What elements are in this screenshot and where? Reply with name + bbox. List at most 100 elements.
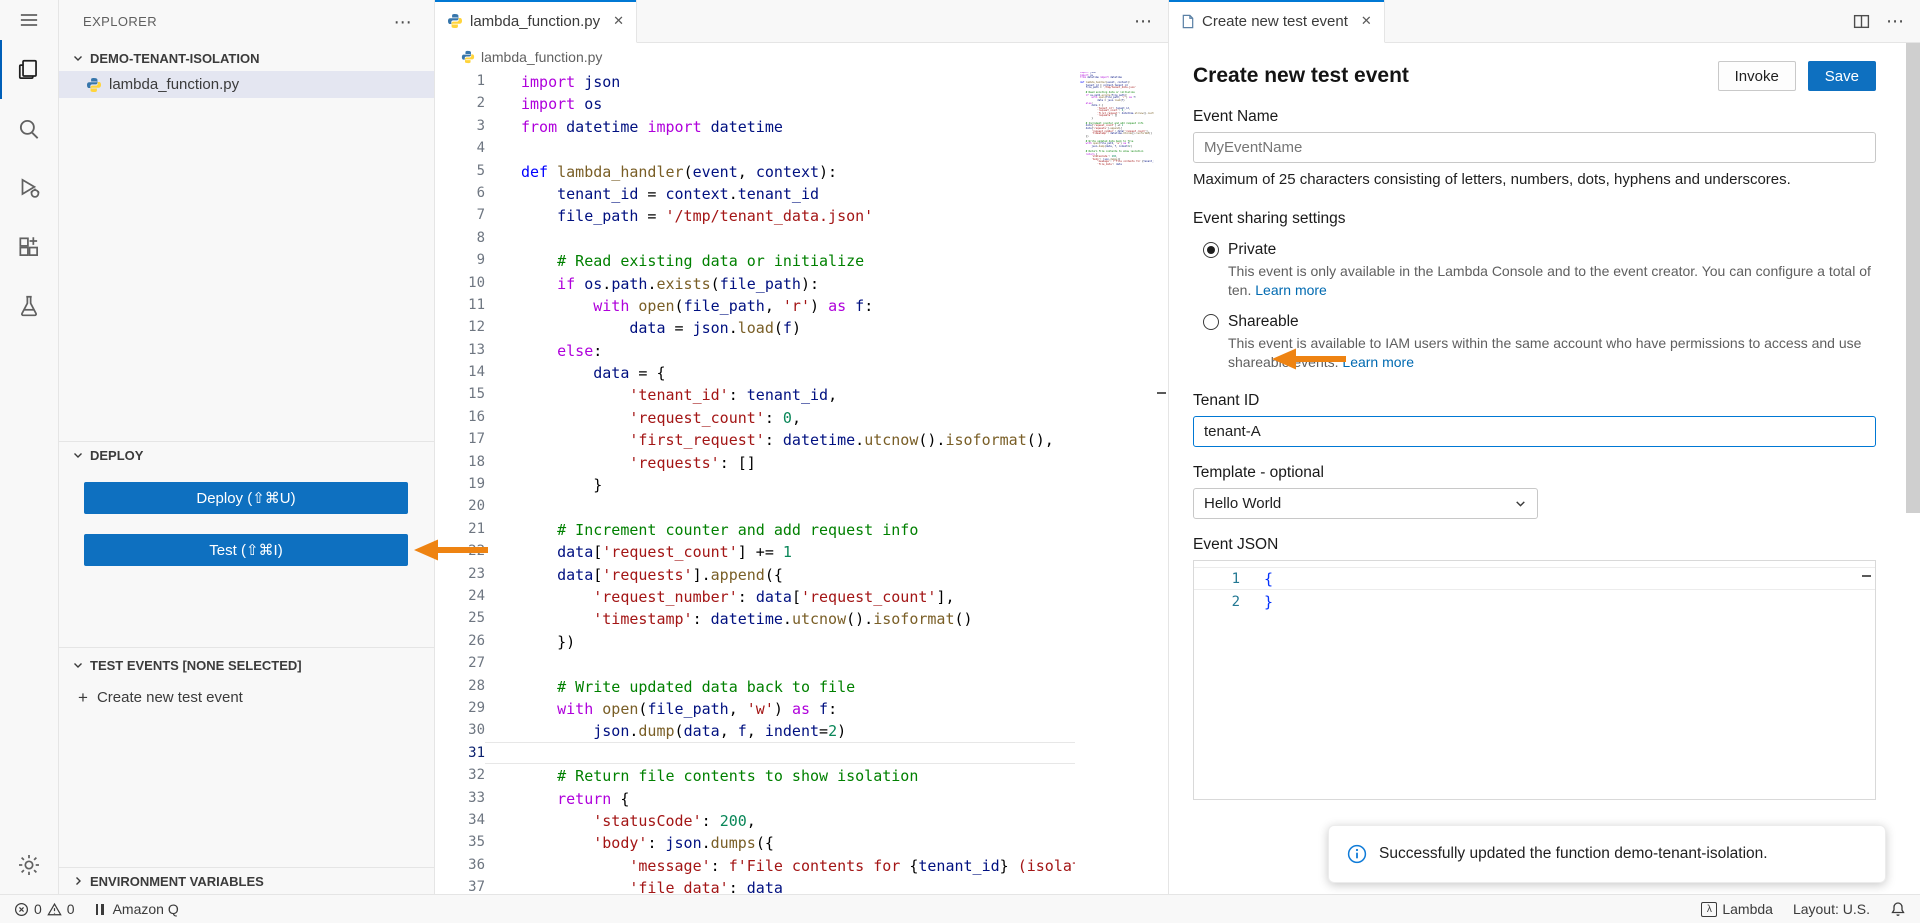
tab-lambda-function[interactable]: lambda_function.py ✕ xyxy=(435,0,637,43)
bell-icon[interactable] xyxy=(1890,901,1906,917)
code-line[interactable]: 34 'statusCode': 200, xyxy=(435,809,1075,831)
minimap[interactable]: import jsonimport osfrom datetime import… xyxy=(1080,72,1154,212)
event-json-editor[interactable]: 1{2} xyxy=(1193,560,1876,800)
code-editor[interactable]: 1import json2import os3from datetime imp… xyxy=(435,70,1168,894)
panel-more-actions-icon[interactable]: ⋯ xyxy=(1886,12,1904,30)
section-header-test-events[interactable]: TEST EVENTS [NONE SELECTED] xyxy=(59,652,434,678)
code-line[interactable]: 21 # Increment counter and add request i… xyxy=(435,518,1075,540)
tab-create-test-event[interactable]: Create new test event ✕ xyxy=(1169,0,1385,43)
line-number[interactable]: 2 xyxy=(435,92,485,114)
line-number[interactable]: 4 xyxy=(435,137,485,159)
test-button[interactable]: Test (⇧⌘I) xyxy=(84,534,408,566)
code-line[interactable]: 29 with open(file_path, 'w') as f: xyxy=(435,697,1075,719)
code-line[interactable]: 20 xyxy=(435,495,1075,517)
amazon-q-status[interactable]: Amazon Q xyxy=(96,901,179,917)
line-number[interactable]: 1 xyxy=(435,70,485,92)
section-header-environment-variables[interactable]: ENVIRONMENT VARIABLES xyxy=(59,868,434,894)
code-line[interactable]: 25 'timestamp': datetime.utcnow().isofor… xyxy=(435,607,1075,629)
code-line[interactable]: 8 xyxy=(435,227,1075,249)
code-line[interactable]: 33 return { xyxy=(435,787,1075,809)
line-number[interactable]: 14 xyxy=(435,361,485,383)
line-number[interactable]: 27 xyxy=(435,652,485,674)
create-test-event-item[interactable]: + Create new test event xyxy=(59,684,434,711)
line-number[interactable]: 3 xyxy=(435,115,485,137)
code-line[interactable]: 31 xyxy=(435,742,1075,764)
settings-gear-icon[interactable] xyxy=(0,835,59,894)
line-number[interactable]: 16 xyxy=(435,406,485,428)
code-line[interactable]: 9 # Read existing data or initialize xyxy=(435,249,1075,271)
learn-more-link[interactable]: Learn more xyxy=(1255,282,1327,298)
code-line[interactable]: 6 tenant_id = context.tenant_id xyxy=(435,182,1075,204)
line-number[interactable]: 32 xyxy=(435,764,485,786)
line-number[interactable]: 11 xyxy=(435,294,485,316)
code-line[interactable]: 12 data = json.load(f) xyxy=(435,316,1075,338)
sidebar-more-actions-icon[interactable]: ⋯ xyxy=(394,13,412,31)
line-number[interactable]: 12 xyxy=(435,316,485,338)
explorer-icon[interactable] xyxy=(0,40,59,99)
code-line[interactable]: 28 # Write updated data back to file xyxy=(435,675,1075,697)
line-number[interactable]: 23 xyxy=(435,563,485,585)
line-number[interactable]: 6 xyxy=(435,182,485,204)
line-number[interactable]: 8 xyxy=(435,227,485,249)
split-editor-icon[interactable] xyxy=(1853,13,1870,30)
code-line[interactable]: 30 json.dump(data, f, indent=2) xyxy=(435,719,1075,741)
code-line[interactable]: 17 'first_request': datetime.utcnow().is… xyxy=(435,428,1075,450)
invoke-button[interactable]: Invoke xyxy=(1718,61,1796,91)
code-line[interactable]: 22 data['request_count'] += 1 xyxy=(435,540,1075,562)
editor-more-actions-icon[interactable]: ⋯ xyxy=(1134,12,1152,30)
line-number[interactable]: 24 xyxy=(435,585,485,607)
lambda-status[interactable]: λ Lambda xyxy=(1701,901,1773,917)
file-item-lambda-function[interactable]: lambda_function.py xyxy=(59,71,434,98)
code-line[interactable]: 14 data = { xyxy=(435,361,1075,383)
radio-shareable[interactable] xyxy=(1203,314,1219,330)
close-icon[interactable]: ✕ xyxy=(1361,13,1372,29)
code-line[interactable]: 13 else: xyxy=(435,339,1075,361)
code-line[interactable]: 3from datetime import datetime xyxy=(435,115,1075,137)
panel-scrollbar[interactable] xyxy=(1906,43,1920,513)
line-number[interactable]: 9 xyxy=(435,249,485,271)
code-line[interactable]: 36 'message': f'File contents for {tenan… xyxy=(435,854,1075,876)
line-number[interactable]: 7 xyxy=(435,204,485,226)
line-number[interactable]: 13 xyxy=(435,339,485,361)
breadcrumb[interactable]: lambda_function.py xyxy=(435,43,1168,70)
line-number[interactable]: 5 xyxy=(435,160,485,182)
code-line[interactable]: 5def lambda_handler(event, context): xyxy=(435,160,1075,182)
testing-beaker-icon[interactable] xyxy=(0,276,59,335)
code-line[interactable]: 23 data['requests'].append({ xyxy=(435,563,1075,585)
code-line[interactable]: 1import json xyxy=(435,70,1075,92)
close-icon[interactable]: ✕ xyxy=(613,13,624,29)
line-number[interactable]: 29 xyxy=(435,697,485,719)
code-line[interactable]: 18 'requests': [] xyxy=(435,451,1075,473)
learn-more-link[interactable]: Learn more xyxy=(1342,354,1414,370)
code-line[interactable]: 4 xyxy=(435,137,1075,159)
template-select[interactable]: Hello World xyxy=(1193,488,1538,519)
line-number[interactable]: 37 xyxy=(435,876,485,894)
json-line[interactable]: 1{ xyxy=(1194,567,1875,590)
line-number[interactable]: 20 xyxy=(435,495,485,517)
line-number[interactable]: 26 xyxy=(435,630,485,652)
line-number[interactable]: 36 xyxy=(435,854,485,876)
line-number[interactable]: 35 xyxy=(435,831,485,853)
line-number[interactable]: 33 xyxy=(435,787,485,809)
code-line[interactable]: 19 } xyxy=(435,473,1075,495)
code-line[interactable]: 37 'file_data': data xyxy=(435,876,1075,894)
event-name-input[interactable] xyxy=(1193,132,1876,163)
radio-private[interactable] xyxy=(1203,242,1219,258)
json-line[interactable]: 2} xyxy=(1194,590,1875,613)
line-number[interactable]: 30 xyxy=(435,719,485,741)
line-number[interactable]: 15 xyxy=(435,383,485,405)
code-line[interactable]: 7 file_path = '/tmp/tenant_data.json' xyxy=(435,204,1075,226)
menu-icon[interactable] xyxy=(0,0,59,40)
tenant-id-input[interactable] xyxy=(1193,416,1876,447)
layout-status[interactable]: Layout: U.S. xyxy=(1793,901,1870,917)
extensions-icon[interactable] xyxy=(0,217,59,276)
section-header-project[interactable]: DEMO-TENANT-ISOLATION xyxy=(59,45,434,71)
code-line[interactable]: 16 'request_count': 0, xyxy=(435,406,1075,428)
problems-indicator[interactable]: 0 0 xyxy=(14,901,75,917)
code-line[interactable]: 11 with open(file_path, 'r') as f: xyxy=(435,294,1075,316)
code-line[interactable]: 15 'tenant_id': tenant_id, xyxy=(435,383,1075,405)
code-line[interactable]: 35 'body': json.dumps({ xyxy=(435,831,1075,853)
section-header-deploy[interactable]: DEPLOY xyxy=(59,442,434,468)
code-line[interactable]: 27 xyxy=(435,652,1075,674)
code-line[interactable]: 10 if os.path.exists(file_path): xyxy=(435,272,1075,294)
